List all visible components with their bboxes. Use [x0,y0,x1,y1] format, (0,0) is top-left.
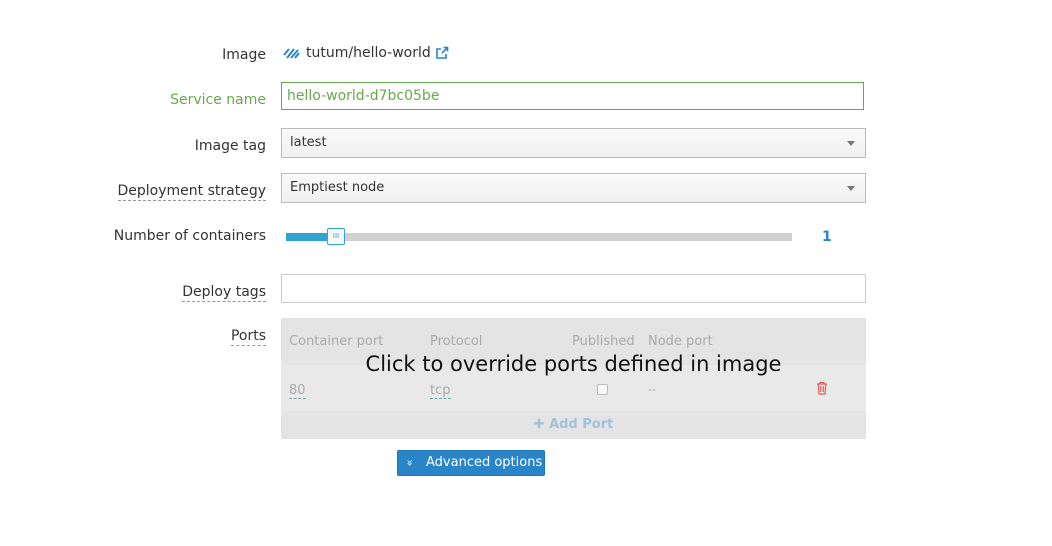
deployment-strategy-label-text: Deployment strategy [117,183,266,201]
containers-slider-handle[interactable]: III [327,228,345,245]
trash-icon[interactable] [816,380,828,395]
protocol-cell[interactable]: tcp [430,383,451,399]
image-tag-select[interactable]: latest [281,128,866,158]
image-name: tutum/hello-world [306,45,431,61]
external-link-icon[interactable] [435,46,449,60]
ports-table[interactable]: Container port Protocol Published Node p… [281,318,866,439]
deployment-strategy-value: Emptiest node [290,180,385,195]
containers-value: 1 [822,229,832,245]
image-label: Image [222,47,266,63]
node-port-cell: -- [648,383,656,396]
service-name-label: Service name [170,92,266,108]
chevron-down-icon [847,141,855,146]
ports-header-published: Published [572,334,635,349]
image-value: tutum/hello-world [283,45,449,61]
add-port-button[interactable]: ✚ Add Port [281,411,866,439]
container-port-cell[interactable]: 80 [289,383,306,399]
container-port-value: 80 [289,383,306,399]
containers-label: Number of containers [113,228,266,244]
ports-label: Ports [230,328,266,346]
plus-icon: ✚ [533,417,545,432]
double-chevron-down-icon: » [403,459,417,467]
add-port-label: Add Port [549,417,614,432]
chevron-down-icon [847,186,855,191]
deploy-tags-label-text: Deploy tags [182,284,266,302]
containers-slider-track[interactable] [286,233,792,241]
tutum-logo-icon [283,46,300,60]
protocol-value: tcp [430,383,451,399]
image-tag-label: Image tag [194,138,266,154]
ports-header-protocol: Protocol [430,334,483,349]
ports-override-overlay[interactable]: Click to override ports defined in image [281,352,866,376]
ports-header-node-port: Node port [648,334,713,349]
deployment-strategy-select[interactable]: Emptiest node [281,173,866,203]
published-checkbox[interactable] [597,384,608,395]
deploy-tags-label: Deploy tags [182,284,266,302]
deploy-tags-input[interactable] [281,274,866,303]
deployment-strategy-label: Deployment strategy [117,183,266,201]
ports-label-text: Ports [230,328,266,346]
image-tag-value: latest [290,135,327,150]
service-name-input[interactable]: hello-world-d7bc05be [281,82,864,110]
advanced-options-label: Advanced options [426,455,543,470]
ports-header-container-port: Container port [289,334,384,349]
advanced-options-button[interactable]: » Advanced options [397,450,545,476]
